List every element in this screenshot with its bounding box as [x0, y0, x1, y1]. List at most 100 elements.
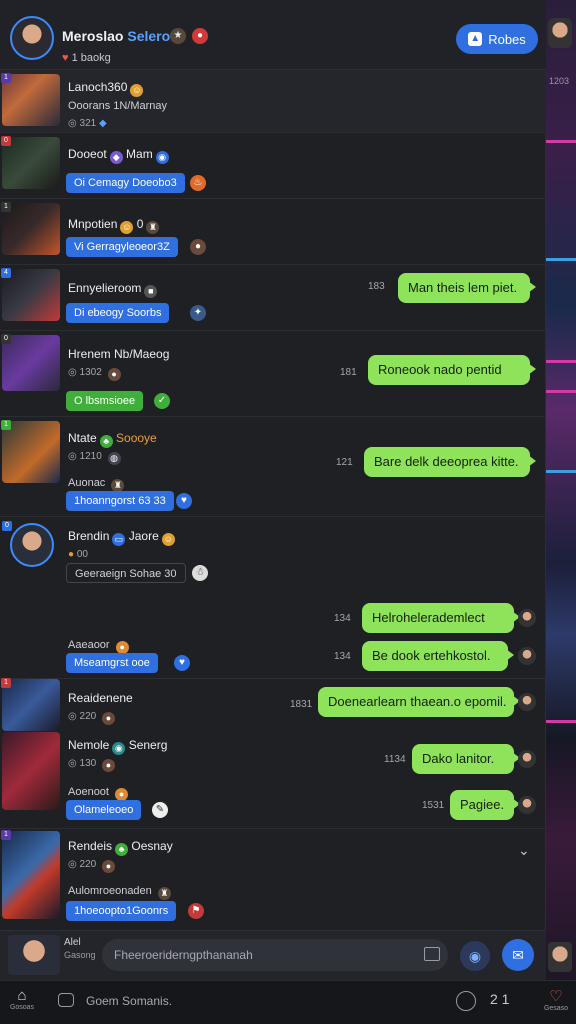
channel-subtitle-text: 1 baokg [71, 52, 111, 64]
avatar-icon: ● [101, 860, 115, 873]
list-item[interactable]: 0 Dooeot ◆ Mam ◉ Oi Cemagy Doeobo3 ♨ [0, 132, 546, 198]
stats: ◎ 1302 ● [68, 367, 121, 381]
message-bubble[interactable]: Helrohelerademlect [362, 603, 520, 633]
stats: ● 00 [68, 549, 88, 560]
list-item[interactable]: 1 Ntate ♣ Soooye ◎ 1210 ◍ Auonac ♜ 1hoann… [0, 416, 546, 516]
art-streak [546, 258, 576, 261]
rank-badge: 0 [1, 334, 11, 344]
username: Ntate ♣ Soooye [68, 431, 157, 448]
attach-icon[interactable] [424, 947, 440, 961]
stat-count: 130 [79, 758, 97, 769]
sub-label-text: Aoenoot [68, 786, 109, 798]
emoji-icon[interactable] [456, 991, 476, 1011]
side-avatar[interactable] [548, 18, 572, 48]
user-tag[interactable]: Oi Cemagy Doeobo3 [66, 173, 185, 193]
shield-icon: ◉ [155, 151, 169, 164]
chat-icon: ▭ [112, 533, 126, 546]
message-bubble[interactable]: Dako lanitor. [412, 744, 520, 774]
reaction-count[interactable]: 2 1 [490, 991, 509, 1007]
ghost-icon: ☃ [192, 565, 208, 581]
message-time: 181 [340, 367, 357, 378]
home-label: Gosoas [9, 1004, 35, 1011]
user-thumbnail: 4 [1, 268, 60, 321]
thumb-icon: ▲ [468, 32, 483, 46]
stat-count: 00 [76, 549, 88, 560]
art-streak [546, 390, 576, 393]
sender-avatar [518, 796, 536, 814]
sub-label-text: Aaeaoor [68, 639, 110, 651]
user-tag[interactable]: Mseamgrst ooe [66, 653, 158, 673]
side-avatar[interactable] [548, 942, 572, 972]
sender-avatar [518, 693, 536, 711]
user-thumbnail: 1 [1, 420, 60, 483]
message-bubble[interactable]: Bare delk deeoprea kitte. [364, 447, 536, 477]
channel-avatar[interactable] [10, 16, 54, 60]
list-item[interactable]: 1 Lanoch360 ☺ Ooorans 1N/Marnay ◎ 321 ◆ [0, 70, 546, 132]
list-item[interactable]: 4 Ennyelieroom ■ Di ebeogy Soorbs ✦ 183 M… [0, 264, 546, 330]
rank-badge: 1 [1, 420, 11, 430]
message-bubble[interactable]: Man theis lem piet. [398, 273, 536, 303]
home-icon: ⌂ [17, 987, 27, 1004]
message-bubble[interactable]: Be dook ertehkostol. [362, 641, 514, 671]
message-input[interactable]: Fheeroeriderngpthananah [102, 939, 448, 971]
stat-count: 1210 [79, 451, 102, 462]
rank-badge: 1 [1, 202, 11, 212]
send-button[interactable]: ✉ [502, 939, 534, 971]
my-avatar[interactable] [8, 935, 60, 975]
pen-icon: ✎ [152, 802, 168, 818]
user-thumbnail: 1 [1, 202, 60, 255]
stats: ◎ 220 ● [68, 859, 115, 873]
rank-badge: 0 [2, 521, 12, 531]
sub-label-text: Auonac [68, 477, 106, 489]
username-extra: Soooye [116, 431, 157, 445]
follow-button-label: Robes [488, 31, 526, 47]
message-bubble[interactable]: Pagiee. [450, 790, 520, 820]
list-item[interactable]: Nemole ◉ Senerg ◎ 130 ● Aoenoot ● Olamele… [0, 728, 546, 828]
gift-tab[interactable]: ♡ Gesaso [538, 987, 574, 1012]
message-bubble[interactable]: Doenearlearn thaean.o epomil. [318, 687, 520, 717]
channel-title-text: Meroslao [62, 28, 124, 44]
avatar-icon: ● [107, 368, 121, 381]
verified-icon: ◆ [98, 118, 107, 129]
username-text: Brendin [68, 529, 110, 543]
chat-header: Meroslao Selerot ★ ● ♥ 1 baokg ▲ Robes [0, 0, 546, 70]
username: Ennyelieroom ■ [68, 281, 158, 298]
user-tag[interactable]: Olameleoeo [66, 800, 142, 820]
list-item[interactable]: 1 Mnpotien ☺ 0 ♜ Vi Gerragyleoeor3Z ● [0, 198, 546, 264]
gem-icon: ◆ [109, 151, 123, 164]
globe-icon: ◍ [107, 452, 121, 465]
follow-button[interactable]: ▲ Robes [456, 24, 538, 54]
art-streak [546, 720, 576, 723]
message-bubble[interactable]: Roneook nado pentid [368, 355, 536, 385]
sub-label: Auonac ♜ [68, 477, 125, 492]
list-item[interactable]: 0 Hrenem Nb/Maeog ◎ 1302 ● O lbsmsioee ✓… [0, 330, 546, 416]
home-tab[interactable]: ⌂ Gosoas [8, 987, 36, 1019]
stat-count: 220 [79, 711, 97, 722]
user-tag[interactable]: 1hoeoopto1Goonrs [66, 901, 177, 921]
avatar-icon: ● [101, 759, 115, 772]
comment-input[interactable]: Goem Somanis. [86, 994, 172, 1008]
badge-icon: ◉ [112, 742, 126, 755]
user-avatar [10, 523, 54, 567]
list-item[interactable]: 1 Reaidenene ◎ 220 ● 1831 Doenearlearn t… [0, 678, 546, 731]
list-item[interactable]: 0 Brendin ▭ Jaore ☺ ● 00 Geeraeign Sohae 3… [0, 516, 546, 678]
list-item[interactable]: 1 Rendeis ♣ Oesnay ◎ 220 ● Aulomroeonaden… [0, 828, 546, 930]
chevron-down-icon[interactable]: ⌄ [518, 842, 530, 859]
trophy-icon: ♜ [146, 221, 160, 234]
message-time: 134 [334, 651, 351, 662]
user-thumbnail: 1 [1, 830, 60, 919]
my-name: Alel [64, 937, 81, 948]
user-thumbnail: 0 [1, 334, 60, 391]
user-tag[interactable]: O lbsmsioee [66, 391, 144, 411]
username-text: Mnpotien [68, 217, 118, 231]
user-tag[interactable]: Vi Gerragyleoeor3Z [66, 237, 178, 257]
gift-icon: ♡ [549, 988, 563, 1005]
user-tag[interactable]: 1hoanngorst 63 33 [66, 491, 174, 511]
user-tag[interactable]: Di ebeogy Soorbs [66, 303, 170, 323]
badge-icon: ★ [170, 28, 186, 44]
live-icon: ● [192, 28, 208, 44]
smile-icon: ☺ [161, 533, 175, 546]
user-tag[interactable]: Geeraeign Sohae 30 [66, 563, 186, 583]
camera-button[interactable]: ◉ [460, 941, 490, 971]
message-time: 1831 [290, 699, 313, 710]
